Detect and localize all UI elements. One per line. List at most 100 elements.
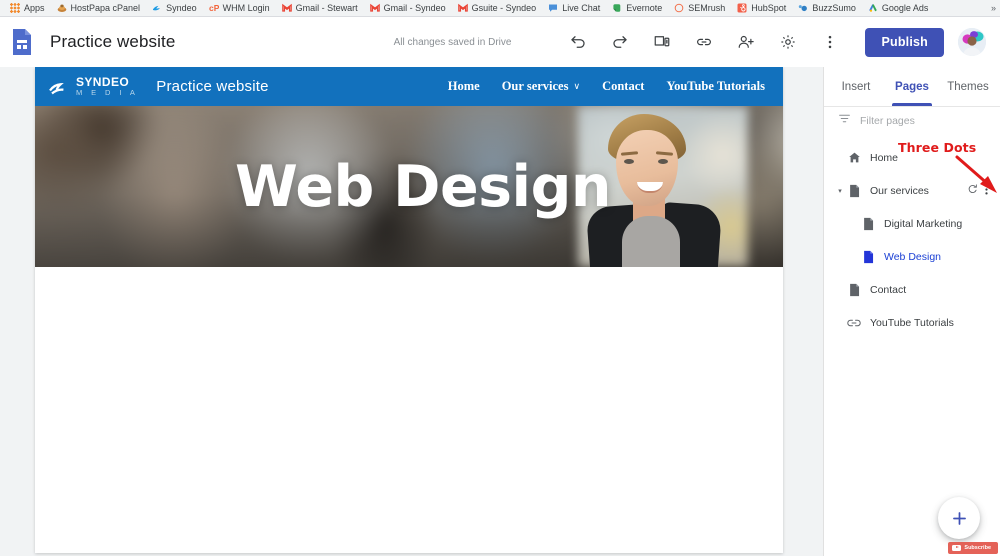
- bookmark-label: HubSpot: [751, 2, 787, 13]
- syndeo-logo-icon: [49, 78, 69, 96]
- youtube-subscribe-button[interactable]: Subscribe: [948, 541, 998, 554]
- bookmark-label: Gmail - Stewart: [295, 2, 358, 13]
- logo-name: SYNDEO: [76, 75, 130, 90]
- bookmarks-overflow-button[interactable]: »: [991, 3, 996, 13]
- add-page-fab[interactable]: [938, 497, 980, 539]
- bookmark-gmail-syndeo[interactable]: Gmail - Syndeo: [364, 1, 452, 16]
- settings-button[interactable]: [771, 25, 805, 59]
- chevron-down-icon[interactable]: ▾: [834, 187, 846, 195]
- tab-themes[interactable]: Themes: [940, 67, 996, 106]
- bookmark-evernote[interactable]: Evernote: [606, 1, 668, 16]
- bookmark-hubspot[interactable]: HubSpot: [731, 1, 792, 16]
- preview-button[interactable]: [645, 25, 679, 59]
- youtube-play-icon: [952, 544, 962, 551]
- bookmark-label: SEMrush: [688, 2, 726, 13]
- site-nav: Home Our services ∨ Contact YouTube Tuto…: [448, 79, 773, 94]
- bookmark-gsuite-syndeo[interactable]: Gsuite - Syndeo: [452, 1, 543, 16]
- page-item-youtube-tutorials[interactable]: YouTube Tutorials: [824, 306, 1000, 339]
- app-toolbar: Practice website All changes saved in Dr…: [0, 17, 1000, 67]
- site-canvas: SYNDEO M E D I A Practice website Home O…: [0, 67, 823, 556]
- syndeo-logo-text: SYNDEO M E D I A: [76, 76, 138, 97]
- bookmark-google-ads[interactable]: Google Ads: [862, 1, 935, 16]
- page-label: Our services: [870, 184, 929, 197]
- site-nav-home[interactable]: Home: [448, 79, 480, 94]
- site-nav-our-services[interactable]: Our services ∨: [502, 79, 580, 94]
- bookmark-buzzsumo[interactable]: BuzzSumo: [792, 1, 862, 16]
- gmail-icon: [369, 3, 380, 13]
- apps-grid-icon: [10, 3, 20, 13]
- bookmark-label: Live Chat: [562, 2, 601, 13]
- undo-button[interactable]: [561, 25, 595, 59]
- bookmark-whm-login[interactable]: cP WHM Login: [203, 1, 276, 16]
- copy-link-button[interactable]: [687, 25, 721, 59]
- site-nav-youtube-tutorials[interactable]: YouTube Tutorials: [666, 79, 765, 94]
- save-status: All changes saved in Drive: [393, 36, 512, 48]
- tab-insert[interactable]: Insert: [828, 67, 884, 106]
- page-label: Digital Marketing: [884, 217, 963, 230]
- bookmark-label: Gmail - Syndeo: [383, 2, 446, 13]
- right-panel: Insert Pages Themes Home ▾: [823, 67, 1000, 556]
- filter-row: [824, 107, 1000, 135]
- redo-button[interactable]: [603, 25, 637, 59]
- logo-subtitle: M E D I A: [76, 88, 139, 98]
- page-item-home[interactable]: Home: [824, 141, 1000, 174]
- semrush-icon: [674, 3, 684, 13]
- bookmark-label: Google Ads: [881, 2, 929, 13]
- bookmark-apps[interactable]: Apps: [4, 1, 51, 16]
- hostpapa-icon: [57, 3, 67, 13]
- page-icon-blue: [860, 250, 876, 264]
- bookmarks-bar: Apps HostPapa cPanel Syndeo cP WHM Login…: [0, 0, 1000, 17]
- more-options-button[interactable]: [813, 25, 847, 59]
- panel-tabs: Insert Pages Themes: [824, 67, 1000, 107]
- page-label: Home: [870, 151, 899, 164]
- nav-label: YouTube Tutorials: [666, 79, 765, 93]
- site-header: SYNDEO M E D I A Practice website Home O…: [35, 67, 783, 106]
- navigation-visibility-icon[interactable]: [967, 183, 978, 198]
- page-label: YouTube Tutorials: [870, 316, 954, 329]
- three-dots-menu-icon[interactable]: [981, 183, 992, 199]
- share-button[interactable]: [729, 25, 763, 59]
- home-icon: [846, 151, 862, 164]
- bookmark-label: Syndeo: [166, 2, 197, 13]
- toolbar-actions: All changes saved in Drive Publish: [394, 25, 986, 59]
- nav-label: Home: [447, 79, 480, 93]
- svg-text:cP: cP: [209, 3, 219, 13]
- site-name: Practice website: [156, 78, 269, 95]
- page-item-web-design[interactable]: Web Design: [824, 240, 1000, 273]
- bookmark-syndeo[interactable]: Syndeo: [146, 1, 203, 16]
- bookmark-label: Apps: [24, 2, 45, 13]
- bookmark-gmail-stewart[interactable]: Gmail - Stewart: [276, 1, 364, 16]
- bookmark-label: WHM Login: [222, 2, 270, 13]
- hero-person-photo: [578, 106, 748, 267]
- page-icon: [846, 184, 862, 198]
- tab-pages[interactable]: Pages: [884, 67, 940, 106]
- page-item-contact[interactable]: Contact: [824, 273, 1000, 306]
- chevron-down-icon: ∨: [573, 81, 581, 91]
- page-sheet: SYNDEO M E D I A Practice website Home O…: [35, 67, 783, 553]
- page-label: Web Design: [884, 250, 942, 263]
- filter-pages-input[interactable]: [860, 115, 986, 127]
- hero-banner[interactable]: Web Design: [35, 106, 783, 267]
- gmail-icon: [281, 3, 292, 13]
- page-label: Contact: [870, 283, 907, 296]
- page-item-our-services[interactable]: ▾ Our services: [824, 174, 1000, 207]
- main-area: SYNDEO M E D I A Practice website Home O…: [0, 67, 1000, 556]
- document-title[interactable]: Practice website: [50, 32, 175, 52]
- site-logo[interactable]: SYNDEO M E D I A: [49, 76, 138, 97]
- nav-label: Our services: [501, 79, 569, 93]
- page-item-digital-marketing[interactable]: Digital Marketing: [824, 207, 1000, 240]
- whm-icon: cP: [209, 3, 220, 13]
- page-body-blank[interactable]: [35, 267, 783, 553]
- gmail-icon: [457, 3, 468, 13]
- bookmark-live-chat[interactable]: Live Chat: [542, 1, 606, 16]
- google-sites-icon[interactable]: [10, 28, 34, 56]
- page-icon: [846, 283, 862, 297]
- publish-button[interactable]: Publish: [865, 27, 944, 57]
- page-row-actions: [967, 183, 1000, 199]
- bookmark-hostpapa[interactable]: HostPapa cPanel: [51, 1, 147, 16]
- site-nav-contact[interactable]: Contact: [602, 79, 644, 94]
- hubspot-icon: [737, 3, 747, 13]
- subscribe-label: Subscribe: [964, 544, 991, 551]
- avatar[interactable]: [958, 28, 986, 56]
- bookmark-semrush[interactable]: SEMrush: [668, 1, 731, 16]
